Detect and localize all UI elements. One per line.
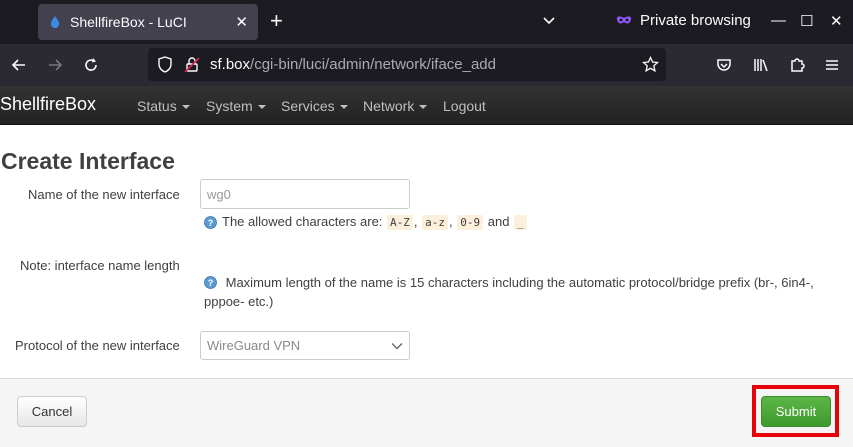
interface-name-label: Name of the new interface bbox=[28, 187, 180, 202]
url-path: /cgi-bin/luci/admin/network/iface_add bbox=[250, 56, 496, 73]
forward-arrow-icon[interactable] bbox=[45, 55, 65, 75]
allowed-characters-text: The allowed characters are: A-Z, a-z, 0-… bbox=[222, 214, 528, 230]
menu-network-label: Network bbox=[363, 98, 415, 114]
cancel-button[interactable]: Cancel bbox=[17, 396, 87, 427]
allowed-prefix: The allowed characters are: bbox=[222, 214, 383, 229]
back-arrow-icon[interactable] bbox=[9, 55, 29, 75]
tab-close-icon[interactable]: ✕ bbox=[235, 13, 248, 31]
chevron-down-icon bbox=[339, 105, 348, 110]
bookmark-star-icon[interactable] bbox=[642, 56, 659, 73]
menu-status[interactable]: Status bbox=[137, 98, 190, 114]
window-minimize-button[interactable]: — bbox=[771, 12, 786, 29]
window-close-button[interactable]: ✕ bbox=[830, 12, 843, 30]
luci-header: ShellfireBox Status System Services Netw… bbox=[0, 86, 853, 125]
note-interface-name-length-label: Note: interface name length bbox=[20, 258, 180, 273]
tab-title: ShellfireBox - LuCI bbox=[70, 14, 187, 30]
submit-button[interactable]: Submit bbox=[761, 396, 831, 427]
extensions-puzzle-icon[interactable] bbox=[787, 55, 807, 75]
tab-list-chevron-icon[interactable] bbox=[541, 13, 557, 29]
code-lowercase: a-z bbox=[422, 215, 449, 230]
allowed-and: and bbox=[487, 214, 510, 229]
browser-tab[interactable]: ShellfireBox - LuCI ✕ bbox=[38, 4, 258, 40]
menu-status-label: Status bbox=[137, 98, 177, 114]
protocol-select[interactable]: WireGuard VPN bbox=[200, 331, 410, 360]
protocol-label: Protocol of the new interface bbox=[15, 338, 180, 353]
new-tab-button[interactable]: + bbox=[270, 10, 283, 32]
help-question-icon: ? bbox=[204, 216, 217, 229]
browser-tab-bar: ShellfireBox - LuCI ✕ + Private browsing… bbox=[0, 0, 853, 44]
menu-services-label: Services bbox=[281, 98, 335, 114]
svg-text:?: ? bbox=[208, 278, 214, 288]
menu-services[interactable]: Services bbox=[281, 98, 348, 114]
chevron-down-icon bbox=[181, 105, 190, 110]
pocket-icon[interactable] bbox=[714, 55, 734, 75]
private-browsing-label: Private browsing bbox=[640, 12, 751, 29]
library-icon[interactable] bbox=[751, 55, 771, 75]
chevron-down-icon bbox=[257, 105, 266, 110]
menu-logout[interactable]: Logout bbox=[443, 98, 486, 114]
interface-name-input[interactable] bbox=[200, 179, 410, 209]
note-text: Maximum length of the name is 15 charact… bbox=[204, 275, 814, 309]
form-actions-bar bbox=[0, 378, 853, 447]
brand-logo[interactable]: ShellfireBox bbox=[0, 94, 96, 115]
code-underscore: _ bbox=[514, 215, 527, 230]
note-interface-name-length-help: ? Maximum length of the name is 15 chara… bbox=[204, 273, 824, 311]
allowed-separator: , bbox=[449, 214, 453, 229]
insecure-lock-icon[interactable] bbox=[184, 56, 200, 73]
window-maximize-button[interactable]: ☐ bbox=[800, 12, 813, 30]
url-text[interactable]: sf.box/cgi-bin/luci/admin/network/iface_… bbox=[210, 56, 496, 73]
menu-network[interactable]: Network bbox=[363, 98, 428, 114]
shield-icon[interactable] bbox=[157, 56, 173, 73]
chevron-down-icon bbox=[391, 342, 403, 349]
help-question-icon: ? bbox=[204, 276, 217, 289]
luci-favicon-icon bbox=[51, 16, 59, 28]
menu-system[interactable]: System bbox=[206, 98, 266, 114]
hamburger-menu-icon[interactable] bbox=[822, 55, 842, 75]
code-uppercase: A-Z bbox=[387, 215, 413, 230]
svg-text:?: ? bbox=[208, 218, 214, 228]
private-mask-icon bbox=[617, 16, 631, 23]
url-host: sf.box bbox=[210, 56, 251, 73]
menu-system-label: System bbox=[206, 98, 253, 114]
allowed-separator: , bbox=[413, 214, 418, 229]
page-title: Create Interface bbox=[1, 148, 175, 174]
reload-icon[interactable] bbox=[81, 55, 101, 75]
private-browsing-indicator: Private browsing bbox=[616, 12, 751, 29]
allowed-characters-help: ? The allowed characters are: A-Z, a-z, … bbox=[204, 214, 528, 230]
url-bar[interactable]: sf.box/cgi-bin/luci/admin/network/iface_… bbox=[148, 48, 666, 81]
code-digits: 0-9 bbox=[457, 215, 484, 230]
chevron-down-icon bbox=[419, 105, 428, 110]
protocol-selected-value: WireGuard VPN bbox=[207, 338, 301, 353]
